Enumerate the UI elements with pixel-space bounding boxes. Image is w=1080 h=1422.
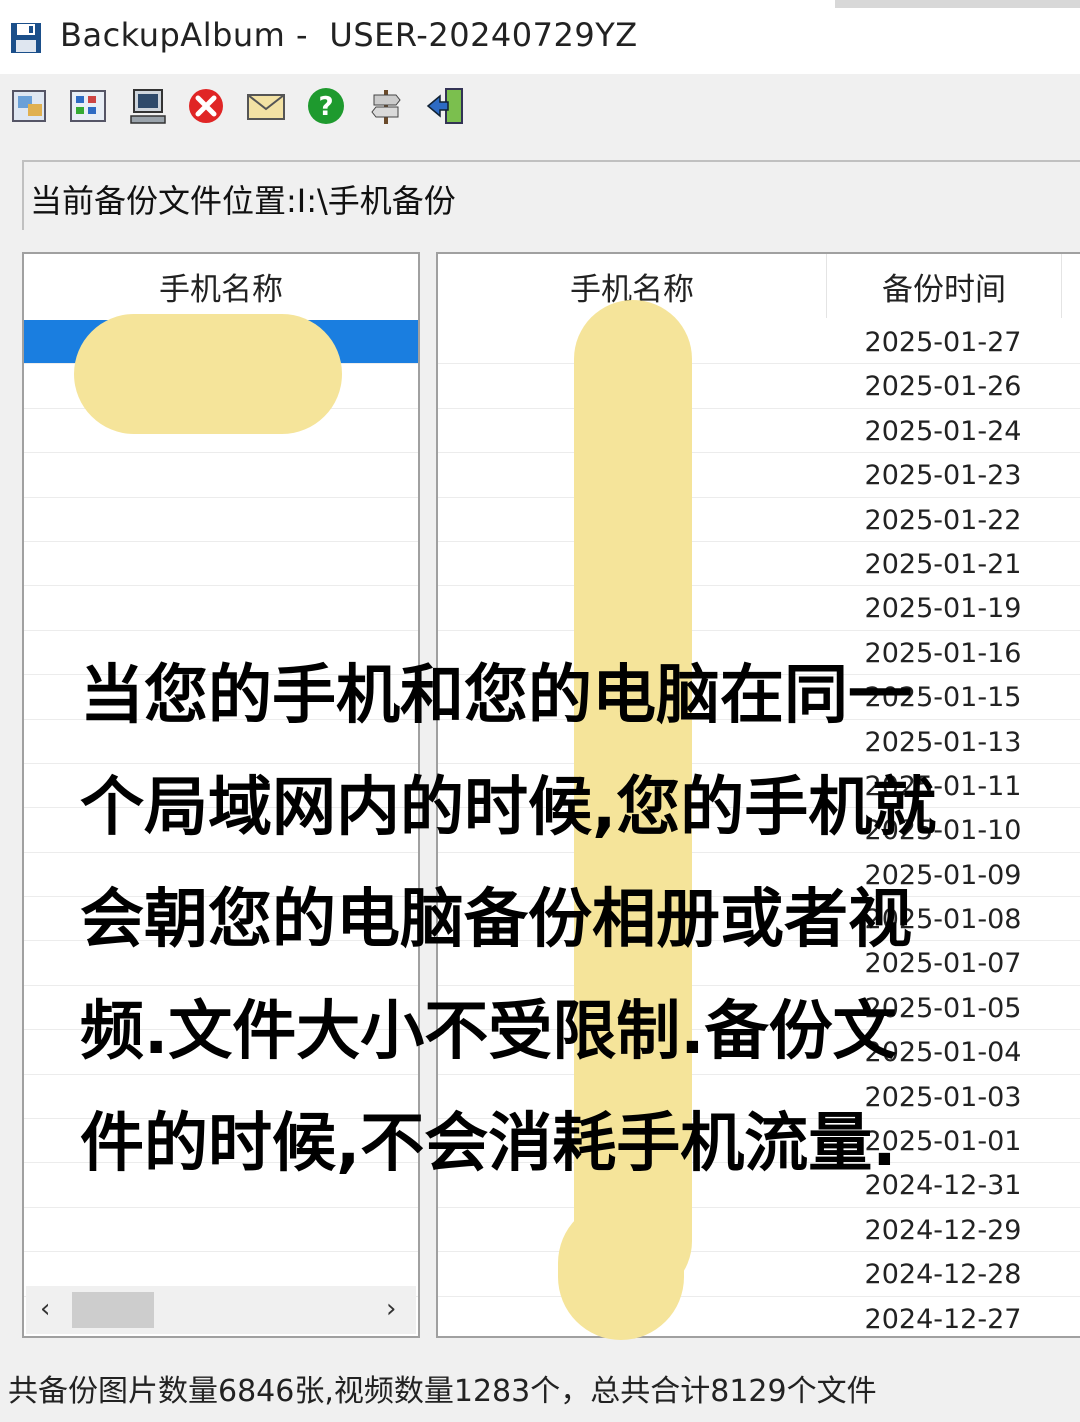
phone-list-row[interactable] <box>24 498 418 542</box>
photo-icon[interactable] <box>8 84 52 128</box>
window-edge <box>835 0 1080 8</box>
backup-record-row[interactable]: 2024-12-27 <box>438 1297 1080 1336</box>
backup-record-row[interactable]: 2025-01-21 <box>438 542 1080 587</box>
status-bar: 共备份图片数量6846张,视频数量1283个，总共合计8129个文件 <box>0 1356 1080 1422</box>
backup-record-row[interactable]: 2025-01-19 <box>438 586 1080 631</box>
backup-time-cell: 2025-01-26 <box>864 371 1022 403</box>
computer-icon[interactable] <box>126 84 170 128</box>
backup-record-row[interactable]: 2025-01-24 <box>438 409 1080 454</box>
floppy-disk-icon <box>11 23 41 53</box>
window-title: BackupAlbum - USER-20240729YZ <box>60 16 638 54</box>
backup-record-row[interactable]: 2025-01-22 <box>438 498 1080 542</box>
signpost-icon[interactable] <box>364 84 408 128</box>
scrollbar-thumb[interactable] <box>72 1292 154 1328</box>
backup-record-row[interactable]: 2024-12-28 <box>438 1252 1080 1297</box>
caption-line: 个局域网内的时候,您的手机就 <box>80 771 937 845</box>
backup-time-cell: 2025-01-23 <box>864 460 1022 492</box>
column-header-phone-name[interactable]: 手机名称 <box>24 254 418 318</box>
backup-time-cell: 2025-01-22 <box>864 504 1022 536</box>
backup-time-cell: 2025-01-24 <box>864 415 1022 447</box>
phone-list-row[interactable] <box>24 1208 418 1253</box>
mail-icon[interactable] <box>244 84 288 128</box>
backup-record-row[interactable]: 2024-12-29 <box>438 1208 1080 1253</box>
phone-list-row[interactable] <box>24 453 418 498</box>
title-bar: BackupAlbum - USER-20240729YZ <box>0 0 1080 74</box>
caption-line: 频.文件大小不受限制.备份文 <box>80 995 897 1069</box>
redaction-mark <box>74 314 342 434</box>
backup-location-label: 当前备份文件位置:I:\手机备份 <box>30 182 456 220</box>
caption-line: 当您的手机和您的电脑在同一 <box>80 659 912 733</box>
backup-time-cell: 2025-01-27 <box>864 327 1022 358</box>
caption-line: 件的时候,不会消耗手机流量. <box>80 1107 897 1181</box>
help-icon[interactable]: ? <box>304 84 348 128</box>
svg-text:?: ? <box>318 92 333 122</box>
backup-record-row[interactable]: 2025-01-26 <box>438 364 1080 409</box>
backup-time-cell: 2024-12-28 <box>864 1259 1022 1291</box>
scroll-left-icon[interactable]: ‹ <box>40 1294 50 1324</box>
backup-time-cell: 2025-01-19 <box>864 593 1022 625</box>
caption-line: 会朝您的电脑备份相册或者视 <box>80 883 912 957</box>
phone-list-row[interactable] <box>24 542 418 587</box>
redaction-mark <box>558 1200 684 1340</box>
status-text: 共备份图片数量6846张,视频数量1283个，总共合计8129个文件 <box>8 1374 877 1409</box>
column-header-backup-time[interactable]: 备份时间 <box>826 254 1062 318</box>
backup-time-cell: 2024-12-29 <box>864 1214 1022 1246</box>
exit-door-icon[interactable] <box>424 84 468 128</box>
phone-list-row[interactable] <box>24 586 418 631</box>
caption-overlay: 当您的手机和您的电脑在同一 个局域网内的时候,您的手机就 会朝您的电脑备份相册或… <box>80 640 1070 1200</box>
backup-location-bar: 当前备份文件位置:I:\手机备份 <box>22 160 1080 230</box>
backup-record-row[interactable]: 2025-01-23 <box>438 453 1080 498</box>
backup-time-cell: 2024-12-27 <box>864 1303 1022 1335</box>
grid-icon[interactable] <box>66 84 110 128</box>
horizontal-scrollbar[interactable]: ‹ › <box>26 1286 416 1334</box>
close-circle-icon[interactable] <box>184 84 228 128</box>
toolbar: ? <box>0 74 1080 138</box>
backup-record-row[interactable]: 2025-01-27 <box>438 320 1080 365</box>
backup-time-cell: 2025-01-21 <box>864 548 1022 580</box>
scroll-right-icon[interactable]: › <box>386 1294 396 1324</box>
